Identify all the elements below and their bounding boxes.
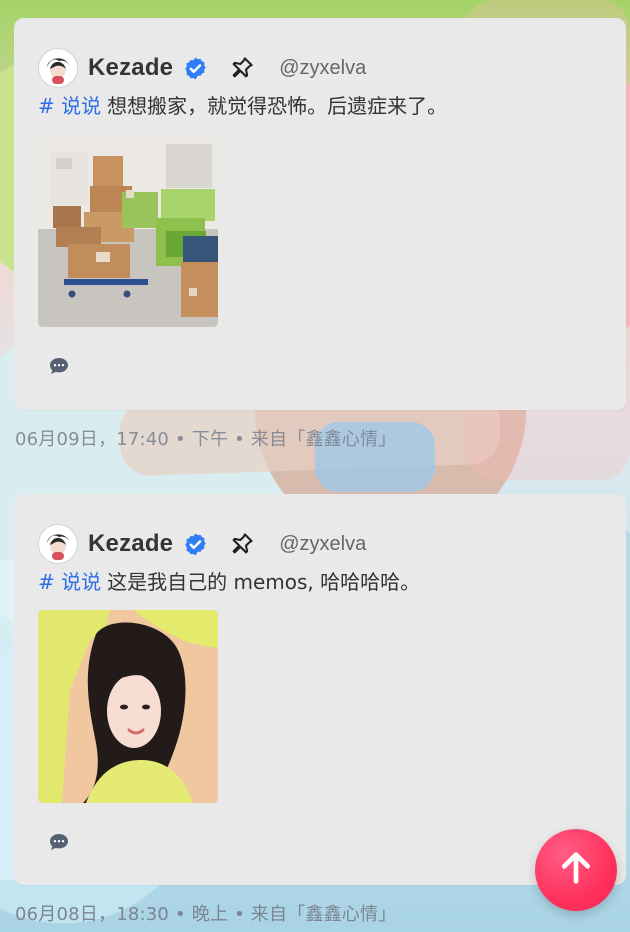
pin-icon[interactable] xyxy=(228,531,255,558)
comment-bubble-icon[interactable] xyxy=(46,829,72,855)
moving-boxes-photo[interactable] xyxy=(38,134,218,327)
comment-bubble-icon[interactable] xyxy=(46,353,72,379)
memo-text: 想想搬家，就觉得恐怖。后遗症来了。 xyxy=(107,94,448,118)
memo-header: Kezade @zyxelva xyxy=(38,522,366,566)
memo-tag-link[interactable]: # 说说 xyxy=(38,94,101,118)
author-name: Kezade xyxy=(88,54,174,81)
portrait-photo[interactable] xyxy=(38,610,218,803)
memo-meta: 06月08日，18:30 • 晚上 • 来自「鑫鑫心情」 xyxy=(15,904,397,925)
avatar xyxy=(38,524,78,564)
memo-header: Kezade @zyxelva xyxy=(38,46,366,90)
avatar xyxy=(38,48,78,88)
arrow-up-icon xyxy=(556,848,596,892)
memo-card: Kezade @zyxelva # 说说 这是我自己的 memos, 哈哈哈哈。 xyxy=(14,494,626,885)
verified-badge-icon xyxy=(183,532,208,557)
memo-content: # 说说 这是我自己的 memos, 哈哈哈哈。 xyxy=(38,566,420,595)
memo-tag-link[interactable]: # 说说 xyxy=(38,570,101,594)
verified-badge-icon xyxy=(183,56,208,81)
memo-card: Kezade @zyxelva # 说说 想想搬家，就觉得恐怖。后遗症来了。 xyxy=(14,18,626,410)
author-handle: @zyxelva xyxy=(279,56,367,79)
scroll-top-button[interactable] xyxy=(535,829,617,911)
memo-meta: 06月09日，17:40 • 下午 • 来自「鑫鑫心情」 xyxy=(15,429,397,450)
memo-text: 这是我自己的 memos, 哈哈哈哈。 xyxy=(107,570,421,594)
pin-icon[interactable] xyxy=(228,55,255,82)
author-name: Kezade xyxy=(88,530,174,557)
memo-content: # 说说 想想搬家，就觉得恐怖。后遗症来了。 xyxy=(38,90,447,119)
author-handle: @zyxelva xyxy=(279,532,367,555)
